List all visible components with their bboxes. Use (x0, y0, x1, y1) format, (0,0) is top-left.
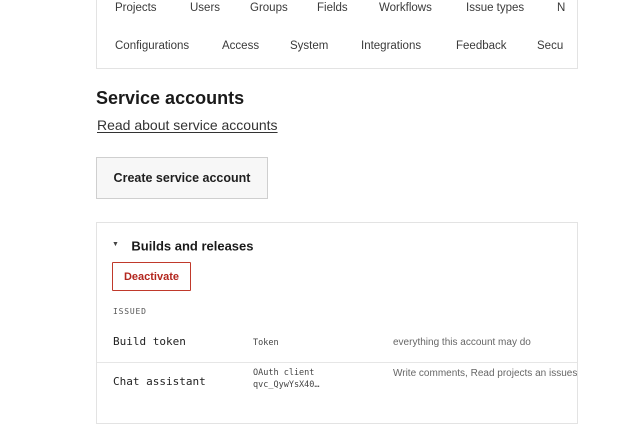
nav-fields[interactable]: Fields (317, 0, 348, 16)
table-row: Chat assistant OAuth client qvc_QywYsX40… (97, 363, 577, 403)
service-account-title: Builds and releases (131, 238, 254, 254)
nav-users[interactable]: Users (190, 0, 220, 16)
nav-row-secondary: Configurations Access System Integration… (97, 38, 577, 58)
admin-nav: Projects Users Groups Fields Workflows I… (96, 0, 578, 69)
service-account-card: ▼ Builds and releases Deactivate ISSUED … (96, 222, 578, 424)
token-type-label: Token (253, 338, 279, 348)
token-type: Token (253, 337, 279, 349)
nav-feedback[interactable]: Feedback (456, 38, 507, 54)
token-type-label: OAuth client (253, 368, 315, 378)
token-name: Chat assistant (113, 375, 206, 388)
issued-section-label: ISSUED (113, 307, 147, 316)
nav-system[interactable]: System (290, 38, 328, 54)
nav-projects[interactable]: Projects (115, 0, 157, 16)
create-service-account-button[interactable]: Create service account (96, 157, 268, 199)
nav-security[interactable]: Secu (537, 38, 563, 54)
nav-access[interactable]: Access (222, 38, 259, 54)
service-accounts-doc-link[interactable]: Read about service accounts (97, 116, 278, 134)
nav-workflows[interactable]: Workflows (379, 0, 432, 16)
token-permissions: everything this account may do (393, 337, 531, 348)
nav-integrations[interactable]: Integrations (361, 38, 421, 54)
table-row: Build token Token everything this accoun… (97, 323, 577, 363)
nav-row-primary: Projects Users Groups Fields Workflows I… (97, 0, 577, 20)
service-account-header[interactable]: ▼ Builds and releases (112, 237, 254, 253)
nav-truncated-item[interactable]: N (557, 0, 565, 16)
nav-groups[interactable]: Groups (250, 0, 288, 16)
nav-issue-types[interactable]: Issue types (466, 0, 524, 16)
page-title: Service accounts (96, 88, 245, 108)
token-name: Build token (113, 335, 186, 348)
issued-tokens-table: Build token Token everything this accoun… (97, 323, 577, 403)
deactivate-button[interactable]: Deactivate (112, 262, 191, 291)
token-type: OAuth client qvc_QywYsX40… (253, 367, 320, 391)
caret-down-icon: ▼ (112, 241, 119, 249)
nav-configurations[interactable]: Configurations (115, 38, 189, 54)
client-id: qvc_QywYsX40… (253, 380, 320, 390)
token-permissions: Write comments, Read projects an issues (393, 368, 578, 379)
